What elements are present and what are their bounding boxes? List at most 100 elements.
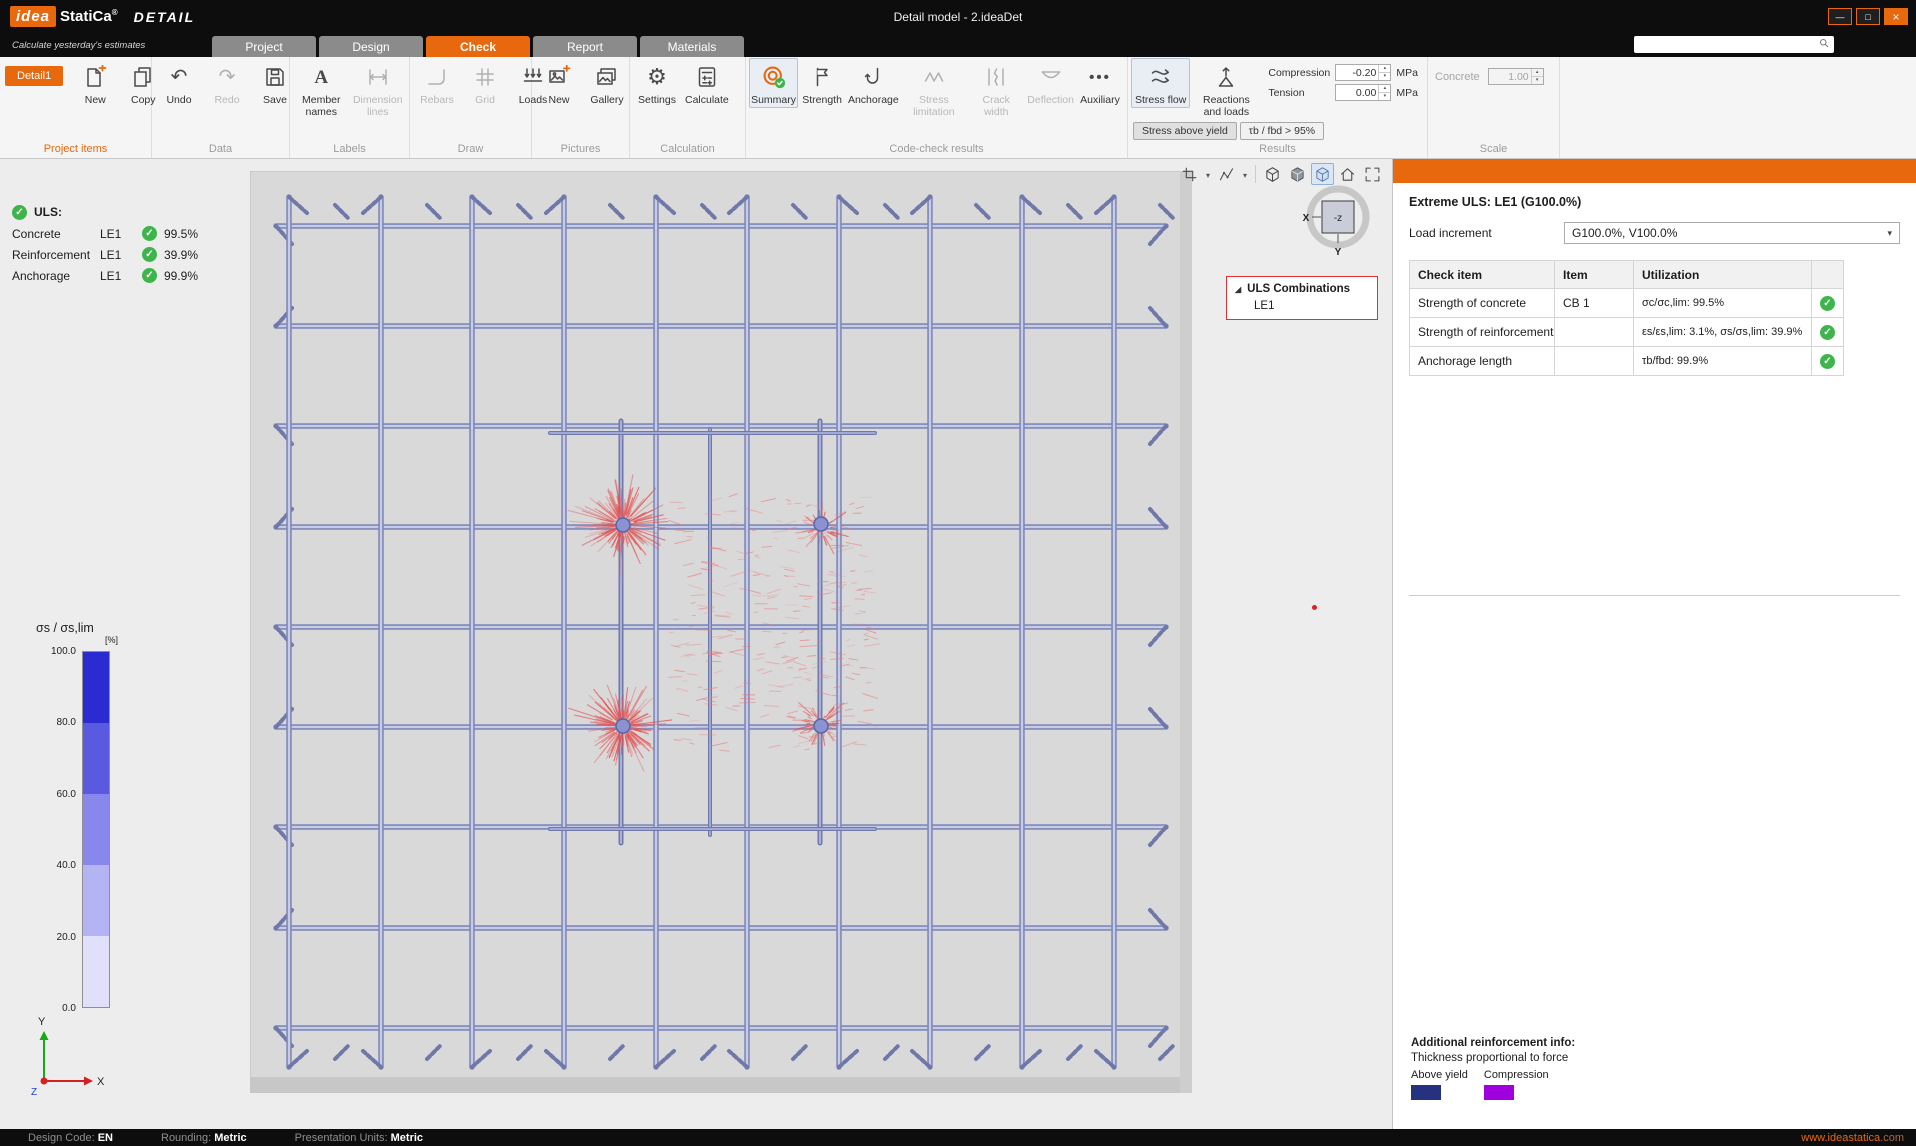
tension-spinner-arrows[interactable]: ▴▾: [1378, 85, 1390, 100]
view-cube-face-label: -z: [1334, 213, 1342, 224]
calculate-button[interactable]: Calculate: [681, 58, 733, 108]
uls-combinations-header[interactable]: ◢ ULS Combinations: [1235, 283, 1369, 295]
new-picture-button[interactable]: New: [535, 58, 583, 108]
structure-3d-view[interactable]: [250, 171, 1192, 1093]
table-row[interactable]: Anchorage length τb/fbd: 99.9% ✓: [1410, 347, 1844, 376]
table-row[interactable]: Strength of reinforcement εs/εs,lim: 3.1…: [1410, 318, 1844, 347]
window-controls: — □ ×: [1828, 8, 1916, 25]
check-ok-icon: ✓: [142, 226, 157, 241]
detail1-project-button[interactable]: Detail1: [5, 66, 63, 86]
undo-button[interactable]: ↶ Undo: [155, 58, 203, 108]
stress-flow-icon: [1149, 62, 1173, 92]
tb-fbd-toggle[interactable]: τb / fbd > 95%: [1240, 122, 1324, 140]
summary-check-icon: [762, 62, 786, 92]
stress-limitation-label: Stress limitation: [905, 94, 964, 118]
view-cube[interactable]: -z X Y: [1300, 181, 1376, 259]
panel-divider: [1409, 595, 1900, 596]
stress-limitation-button[interactable]: Stress limitation: [901, 58, 968, 120]
compression-unit: MPa: [1396, 67, 1418, 79]
reactions-icon: [1214, 62, 1238, 92]
anchorage-button[interactable]: Anchorage: [846, 58, 900, 108]
results-panel: Extreme ULS: LE1 (G100.0%) Load incremen…: [1393, 159, 1916, 1129]
stress-point-marker: [1312, 605, 1317, 610]
check-results-table: Check item Item Utilization Strength of …: [1409, 260, 1844, 376]
grid-label: Grid: [475, 94, 495, 106]
calculate-label: Calculate: [685, 94, 729, 106]
stress-flow-button[interactable]: Stress flow: [1131, 58, 1190, 108]
tab-materials[interactable]: Materials: [640, 36, 744, 57]
anchorage-label: Anchorage: [848, 94, 899, 106]
stress-above-yield-toggle[interactable]: Stress above yield: [1133, 122, 1237, 140]
clipping-chevron-icon[interactable]: ▾: [1203, 165, 1213, 183]
website-link[interactable]: www.ideastatica: [1801, 1132, 1880, 1144]
uls-overlay-title: ULS:: [34, 205, 62, 219]
group-label-calculation: Calculation: [633, 142, 742, 158]
tab-design[interactable]: Design: [319, 36, 423, 57]
load-increment-select[interactable]: G100.0%, V100.0% ▾: [1564, 222, 1900, 244]
combination-item-le1[interactable]: LE1: [1254, 300, 1369, 312]
search-box[interactable]: [1634, 36, 1834, 53]
tension-input[interactable]: 0.00 ▴▾: [1335, 84, 1391, 101]
status-bar: Design Code: EN Rounding: Metric Present…: [0, 1129, 1916, 1146]
uls-summary-overlay: ✓ ULS: Concrete LE1 ✓ 99.5% Reinforcemen…: [12, 201, 214, 286]
search-input[interactable]: [1638, 39, 1818, 51]
tab-report[interactable]: Report: [533, 36, 637, 57]
gear-icon: ⚙: [647, 62, 667, 92]
redo-button[interactable]: ↷ Redo: [203, 58, 251, 108]
dimension-lines-icon: [366, 62, 390, 92]
grid-button[interactable]: Grid: [461, 58, 509, 108]
reactions-loads-button[interactable]: Reactions and loads: [1190, 58, 1262, 120]
gallery-button[interactable]: Gallery: [583, 58, 631, 108]
group-label-data: Data: [155, 142, 286, 158]
rebars-button[interactable]: Rebars: [413, 58, 461, 108]
auxiliary-button[interactable]: ••• Auxiliary: [1076, 58, 1124, 108]
tab-check[interactable]: Check: [426, 36, 530, 57]
cell-item: [1555, 347, 1634, 376]
table-row[interactable]: Strength of concrete CB 1 σc/σc,lim: 99.…: [1410, 289, 1844, 318]
results-plot-icon[interactable]: [1215, 163, 1238, 185]
crack-width-button[interactable]: Crack width: [967, 58, 1025, 120]
deflection-button[interactable]: Deflection: [1025, 58, 1076, 108]
tab-project[interactable]: Project: [212, 36, 316, 57]
compression-input[interactable]: -0.20 ▴▾: [1335, 64, 1391, 81]
x-axis-label: X: [97, 1076, 105, 1088]
uls-check-icon: ✓: [12, 205, 27, 220]
summary-button[interactable]: Summary: [749, 58, 798, 108]
check-ok-icon: ✓: [1820, 354, 1835, 369]
maximize-button[interactable]: □: [1856, 8, 1880, 25]
new-project-item-button[interactable]: New: [71, 58, 119, 108]
minimize-button[interactable]: —: [1828, 8, 1852, 25]
ribbon-group-labels: A Member names Dimension lines Labels: [290, 57, 410, 158]
scale-spinner-arrows[interactable]: ▴▾: [1531, 69, 1543, 84]
plot-chevron-icon[interactable]: ▾: [1240, 165, 1250, 183]
application-window: idea StatiCa® DETAIL Detail model - 2.id…: [0, 0, 1916, 1146]
concrete-scale-input[interactable]: 1.00 ▴▾: [1488, 68, 1544, 85]
chevron-down-icon: ▾: [1887, 228, 1892, 239]
gallery-label: Gallery: [590, 94, 623, 106]
uls-row-anchorage: Anchorage LE1 ✓ 99.9%: [12, 265, 214, 286]
close-button[interactable]: ×: [1884, 8, 1908, 25]
results-panel-header[interactable]: [1393, 159, 1916, 183]
app-logo: idea StatiCa® DETAIL: [10, 6, 195, 27]
new-picture-label: New: [548, 94, 569, 106]
anchorage-hook-icon: [861, 62, 885, 92]
settings-button[interactable]: ⚙ Settings: [633, 58, 681, 108]
wireframe-view-icon[interactable]: [1261, 163, 1284, 185]
strength-button[interactable]: Strength: [798, 58, 846, 108]
stress-limitation-icon: [922, 62, 946, 92]
member-names-icon: A: [314, 62, 328, 92]
undo-label: Undo: [166, 94, 191, 106]
clipping-tool-icon[interactable]: [1178, 163, 1201, 185]
ribbon-group-draw: Rebars Grid Loads Draw: [410, 57, 532, 158]
member-names-button[interactable]: A Member names: [293, 58, 350, 120]
rebars-icon: [425, 62, 449, 92]
scale-tick: 100.0: [36, 646, 76, 657]
ribbon-spacer: [1560, 57, 1916, 158]
compression-spinner-arrows[interactable]: ▴▾: [1378, 65, 1390, 80]
dimension-lines-button[interactable]: Dimension lines: [350, 58, 407, 120]
calculator-icon: [695, 62, 719, 92]
design-code-status: Design Code: EN: [28, 1132, 113, 1144]
cell-utilization: εs/εs,lim: 3.1%, σs/σs,lim: 39.9%: [1634, 318, 1812, 347]
crack-width-icon: [984, 62, 1008, 92]
member-names-label: Member names: [297, 94, 346, 118]
